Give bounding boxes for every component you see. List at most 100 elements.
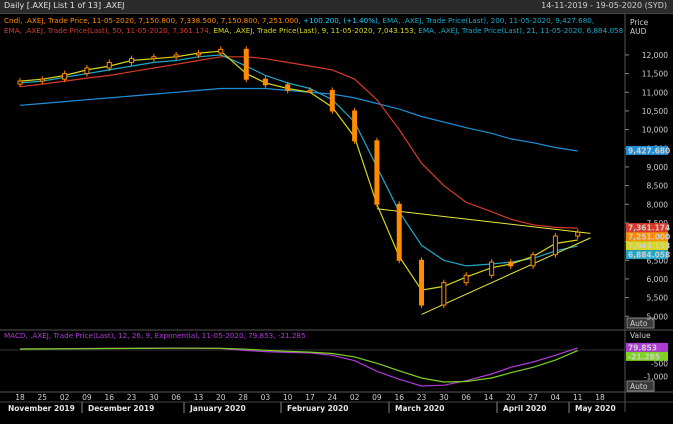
macd-auto-label: Auto [630, 382, 648, 391]
price-tick-label: 12,000 [642, 51, 668, 60]
candle-body [62, 73, 68, 80]
x-month-label: November 2019 [8, 404, 75, 413]
x-day-tick: 20 [506, 393, 516, 402]
price-tick-label: 9,000 [647, 163, 669, 172]
candle-body [530, 254, 536, 267]
candle-body [17, 80, 23, 85]
price-auto-label: Auto [630, 319, 648, 328]
x-day-tick: 09 [372, 393, 382, 402]
price-tick-label: 5,500 [647, 294, 669, 303]
x-day-tick: 04 [551, 393, 561, 402]
x-day-tick: 03 [261, 393, 271, 402]
x-day-tick: 23 [127, 393, 137, 402]
trendline-2 [421, 237, 591, 315]
x-day-tick: 25 [38, 393, 48, 402]
price-value-label: 7,251.000 [628, 233, 670, 242]
legend-ema9: EMA, .AXEJ, Trade Price(Last), 9, 11-05-… [211, 26, 416, 35]
candle-body [285, 84, 291, 91]
macd-value-label: 79.853 [628, 343, 657, 352]
candle-body [195, 52, 201, 56]
candle-body [106, 61, 112, 69]
candle-body [489, 261, 495, 276]
legend-candle: Cndl, .AXEJ, Trade Price, 11-05-2020, 7,… [4, 16, 303, 25]
x-month-label: February 2020 [287, 404, 348, 413]
series-line-ema-21 [19, 54, 578, 267]
candle-body [218, 48, 224, 54]
series-line-ema-50 [19, 56, 578, 229]
candle-body [329, 89, 335, 112]
price-tick-label: 8,000 [647, 200, 669, 209]
x-day-tick: 11 [573, 393, 583, 402]
candle-body [352, 110, 358, 142]
candle-body [151, 56, 157, 60]
x-month-label: January 2020 [189, 404, 246, 413]
x-month-label: April 2020 [503, 404, 547, 413]
legend-ema21: EMA, .AXEJ, Trade Price(Last), 21, 11-05… [416, 26, 624, 35]
legend-ema50: EMA, .AXEJ, Trade Price(Last), 50, 11-05… [4, 26, 211, 35]
candle-body [575, 231, 581, 237]
x-day-tick: 06 [461, 393, 471, 402]
macd-value-label: -21.285 [628, 352, 660, 361]
trendline-1 [376, 208, 591, 234]
x-day-tick: 16 [104, 393, 114, 402]
x-day-tick: 13 [194, 393, 204, 402]
x-day-tick: 28 [238, 393, 248, 402]
x-day-tick: 18 [15, 393, 25, 402]
macd-line-signal [19, 347, 578, 383]
candle-body [84, 67, 90, 75]
candle-body [173, 54, 179, 58]
macd-line-macd [19, 347, 578, 387]
macd-tick-label: -1,000 [644, 373, 668, 382]
x-day-tick: 02 [350, 393, 360, 402]
price-value-label: 6,884.058 [628, 251, 670, 260]
price-value-label: 9,427.680 [628, 146, 670, 155]
x-day-tick: 20 [216, 393, 226, 402]
candle-body [463, 274, 469, 284]
x-day-tick: 02 [60, 393, 70, 402]
candle-body [39, 78, 45, 82]
x-day-tick: 09 [82, 393, 92, 402]
price-tick-label: 11,500 [642, 70, 668, 79]
x-month-label: December 2019 [88, 404, 154, 413]
price-value-label: 7,043.153 [628, 242, 670, 251]
macd-axis-title: Value [630, 331, 651, 340]
candle-body [441, 282, 447, 306]
price-tick-label: 8,500 [647, 182, 669, 191]
x-month-label: May 2020 [575, 404, 616, 413]
x-day-tick: 10 [283, 393, 293, 402]
series-line-ema-200 [19, 87, 578, 152]
x-day-tick: 30 [439, 393, 449, 402]
legend-change: +100.200, (+1.40%), [303, 16, 380, 25]
legend-macd: MACD, .AXEJ, Trade Price(Last), 12, 26, … [4, 331, 306, 340]
price-chart[interactable]: Cndl, .AXEJ, Trade Price, 11-05-2020, 7,… [0, 0, 673, 424]
x-day-tick: 23 [417, 393, 427, 402]
x-day-tick: 17 [305, 393, 315, 402]
chart-window: Daily [.AXEJ List 1 of 13] .AXEJ 14-11-2… [0, 0, 673, 424]
price-value-label: 7,361.174 [628, 224, 670, 233]
candle-body [262, 78, 268, 86]
candle-body [419, 259, 425, 306]
candle-body [552, 235, 558, 256]
candle-body [396, 203, 402, 261]
candle-body [307, 89, 313, 93]
x-day-tick: 14 [484, 393, 494, 402]
x-day-tick: 06 [171, 393, 181, 402]
x-day-tick: 30 [149, 393, 159, 402]
candle-body [374, 140, 380, 205]
price-tick-label: 5,000 [647, 312, 669, 321]
price-axis-unit: AUD [630, 27, 647, 36]
price-tick-label: 10,500 [642, 107, 668, 116]
candle-body [508, 261, 514, 267]
price-axis-title: Price [630, 18, 649, 27]
x-day-tick: 18 [595, 393, 605, 402]
price-tick-label: 10,000 [642, 126, 668, 135]
series-line-ema-9 [19, 50, 578, 291]
x-day-tick: 27 [528, 393, 538, 402]
candle-body [129, 58, 135, 63]
x-day-tick: 24 [328, 393, 338, 402]
x-month-label: March 2020 [395, 404, 445, 413]
legend-ema200: EMA, .AXEJ, Trade Price(Last), 200, 11-0… [380, 16, 594, 25]
price-tick-label: 6,000 [647, 275, 669, 284]
legend-line2: EMA, .AXEJ, Trade Price(Last), 50, 11-05… [4, 26, 624, 35]
price-tick-label: 11,000 [642, 88, 668, 97]
